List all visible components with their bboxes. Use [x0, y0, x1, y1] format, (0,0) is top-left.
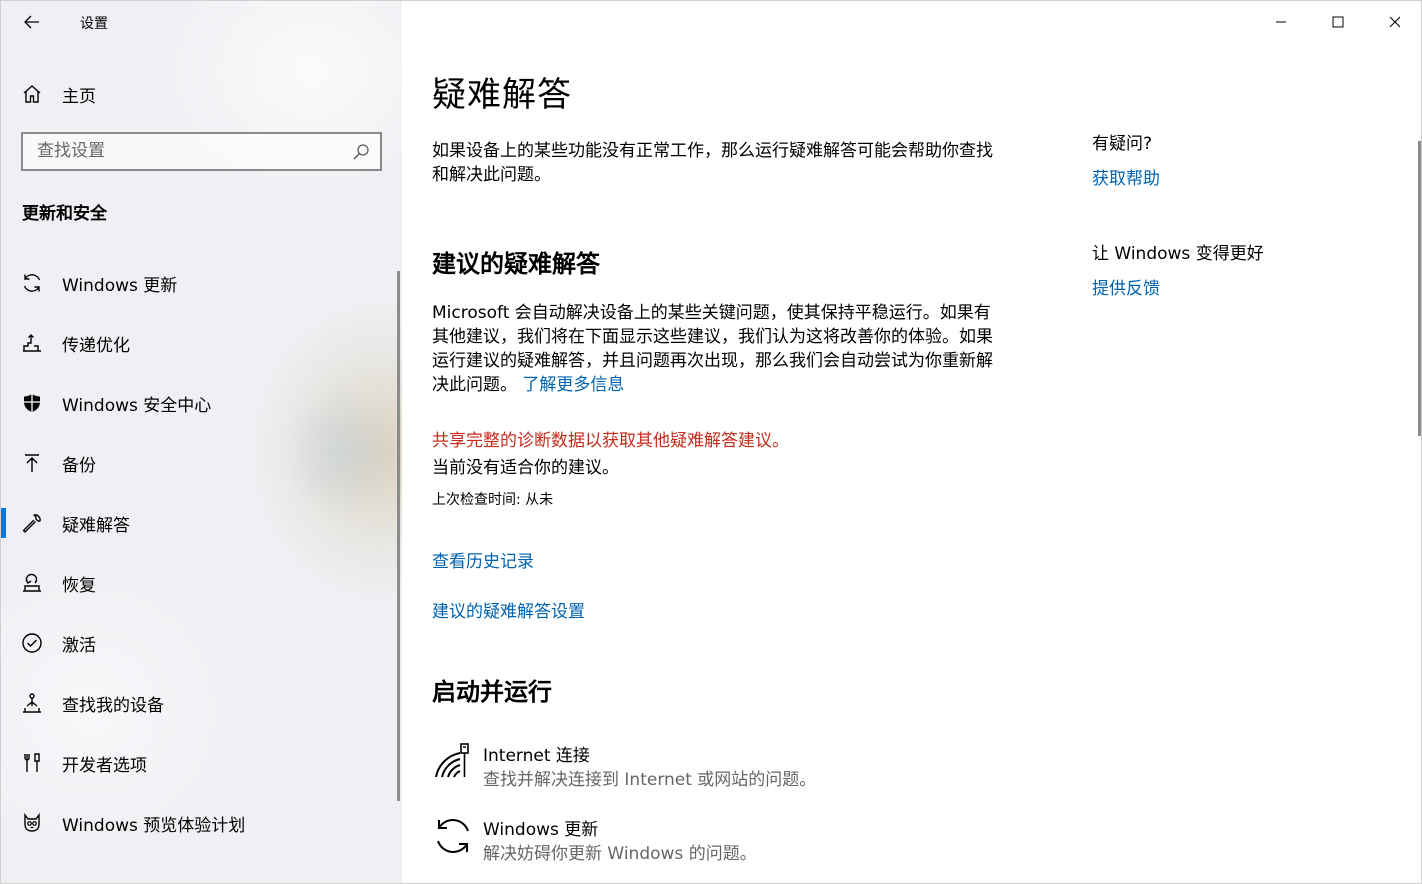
backup-arrow-icon — [21, 452, 43, 474]
caption-buttons — [1252, 1, 1421, 43]
close-button[interactable] — [1366, 1, 1421, 43]
sidebar-item-developer-options[interactable]: 开发者选项 — [1, 733, 402, 793]
find-device-icon — [21, 692, 43, 714]
sidebar-item-label: 开发者选项 — [62, 755, 147, 776]
insider-cat-icon — [21, 812, 43, 834]
sidebar-item-activation[interactable]: 激活 — [1, 613, 402, 673]
sidebar-item-recovery[interactable]: 恢复 — [1, 553, 402, 613]
related-help-panel: 有疑问? 获取帮助 让 Windows 变得更好 提供反馈 — [1092, 129, 1392, 299]
sidebar-item-label: 激活 — [62, 635, 96, 656]
maximize-icon — [1332, 16, 1343, 28]
shield-icon — [21, 392, 43, 414]
get-up-and-running-heading: 启动并运行 — [432, 678, 552, 706]
recommended-settings-link[interactable]: 建议的疑难解答设置 — [432, 597, 585, 622]
sync-icon — [21, 272, 43, 294]
page-title: 疑难解答 — [432, 75, 572, 115]
recommended-heading: 建议的疑难解答 — [432, 250, 600, 278]
maximize-button[interactable] — [1309, 1, 1366, 43]
sidebar-scrollbar[interactable] — [397, 271, 400, 801]
sidebar-item-windows-security[interactable]: Windows 安全中心 — [1, 373, 402, 433]
sidebar-item-windows-update[interactable]: Windows 更新 — [1, 253, 402, 313]
last-checked-text: 上次检查时间: 从未 — [432, 492, 554, 508]
check-circle-icon — [21, 632, 43, 654]
minimize-button[interactable] — [1252, 1, 1309, 43]
sidebar-item-label: 查找我的设备 — [62, 695, 164, 716]
recommended-text: Microsoft 会自动解决设备上的某些关键问题，使其保持平稳运行。如果有其他… — [432, 303, 993, 395]
sidebar-item-label: Windows 更新 — [62, 275, 178, 296]
home-label: 主页 — [62, 86, 96, 107]
minimize-icon — [1275, 21, 1286, 23]
recommended-description: Microsoft 会自动解决设备上的某些关键问题，使其保持平稳运行。如果有其他… — [432, 301, 1002, 397]
no-suggestions-text: 当前没有适合你的建议。 — [432, 458, 619, 478]
sidebar-item-label: 备份 — [62, 455, 96, 476]
sidebar: 设置 主页 更新和安全 Windows 更新 — [1, 1, 402, 883]
troubleshooter-windows-update[interactable]: Windows 更新 解决妨碍你更新 Windows 的问题。 — [432, 815, 1032, 865]
sidebar-item-label: 传递优化 — [62, 335, 130, 356]
sidebar-item-delivery-optimization[interactable]: 传递优化 — [1, 313, 402, 373]
search-icon — [353, 144, 369, 160]
section-heading: 更新和安全 — [22, 204, 107, 224]
troubleshooter-title: Windows 更新 — [483, 820, 599, 840]
back-button[interactable] — [15, 9, 49, 35]
app-title: 设置 — [80, 16, 108, 32]
delivery-optimization-icon — [21, 332, 43, 354]
windows-update-icon — [437, 819, 469, 853]
improve-windows-label: 让 Windows 变得更好 — [1092, 244, 1264, 264]
troubleshooter-description: 解决妨碍你更新 Windows 的问题。 — [483, 844, 757, 864]
intro-text: 如果设备上的某些功能没有正常工作，那么运行疑难解答可能会帮助你查找和解决此问题。 — [432, 141, 993, 185]
sidebar-item-label: Windows 预览体验计划 — [62, 815, 246, 836]
active-indicator — [1, 508, 6, 538]
developer-tools-icon — [21, 752, 43, 774]
back-arrow-icon — [24, 15, 39, 29]
sidebar-item-troubleshoot[interactable]: 疑难解答 — [1, 493, 402, 553]
home-icon — [23, 85, 41, 103]
troubleshooter-internet[interactable]: Internet 连接 查找并解决连接到 Internet 或网站的问题。 — [432, 741, 1032, 791]
sidebar-nav: Windows 更新 传递优化 Windows 安全中心 备份 疑难解答 恢复 … — [1, 253, 402, 853]
sidebar-item-backup[interactable]: 备份 — [1, 433, 402, 493]
close-icon — [1389, 16, 1400, 28]
sidebar-item-label: 恢复 — [62, 575, 96, 596]
search-input[interactable] — [37, 141, 337, 161]
troubleshooter-description: 查找并解决连接到 Internet 或网站的问题。 — [483, 770, 817, 790]
diagnostic-data-link[interactable]: 共享完整的诊断数据以获取其他疑难解答建议。 — [432, 426, 789, 451]
sidebar-item-find-my-device[interactable]: 查找我的设备 — [1, 673, 402, 733]
main-content: 疑难解答 如果设备上的某些功能没有正常工作，那么运行疑难解答可能会帮助你查找和解… — [402, 1, 1421, 883]
title-bar-left: 设置 — [1, 1, 402, 43]
get-help-link[interactable]: 获取帮助 — [1092, 164, 1392, 189]
troubleshooter-title: Internet 连接 — [483, 746, 590, 766]
sidebar-item-label: 疑难解答 — [62, 515, 130, 536]
view-history-link[interactable]: 查看历史记录 — [432, 547, 534, 572]
question-label: 有疑问? — [1092, 134, 1153, 154]
give-feedback-link[interactable]: 提供反馈 — [1092, 274, 1392, 299]
settings-window: 设置 主页 更新和安全 Windows 更新 — [0, 0, 1422, 884]
wrench-icon — [21, 512, 43, 534]
search-box[interactable] — [21, 132, 382, 171]
sidebar-item-windows-insider[interactable]: Windows 预览体验计划 — [1, 793, 402, 853]
home-nav-item[interactable]: 主页 — [21, 81, 96, 107]
learn-more-link[interactable]: 了解更多信息 — [522, 375, 624, 395]
internet-connection-icon — [435, 743, 469, 778]
sidebar-item-label: Windows 安全中心 — [62, 395, 212, 416]
recovery-icon — [21, 572, 43, 594]
main-scrollbar[interactable] — [1418, 141, 1421, 436]
